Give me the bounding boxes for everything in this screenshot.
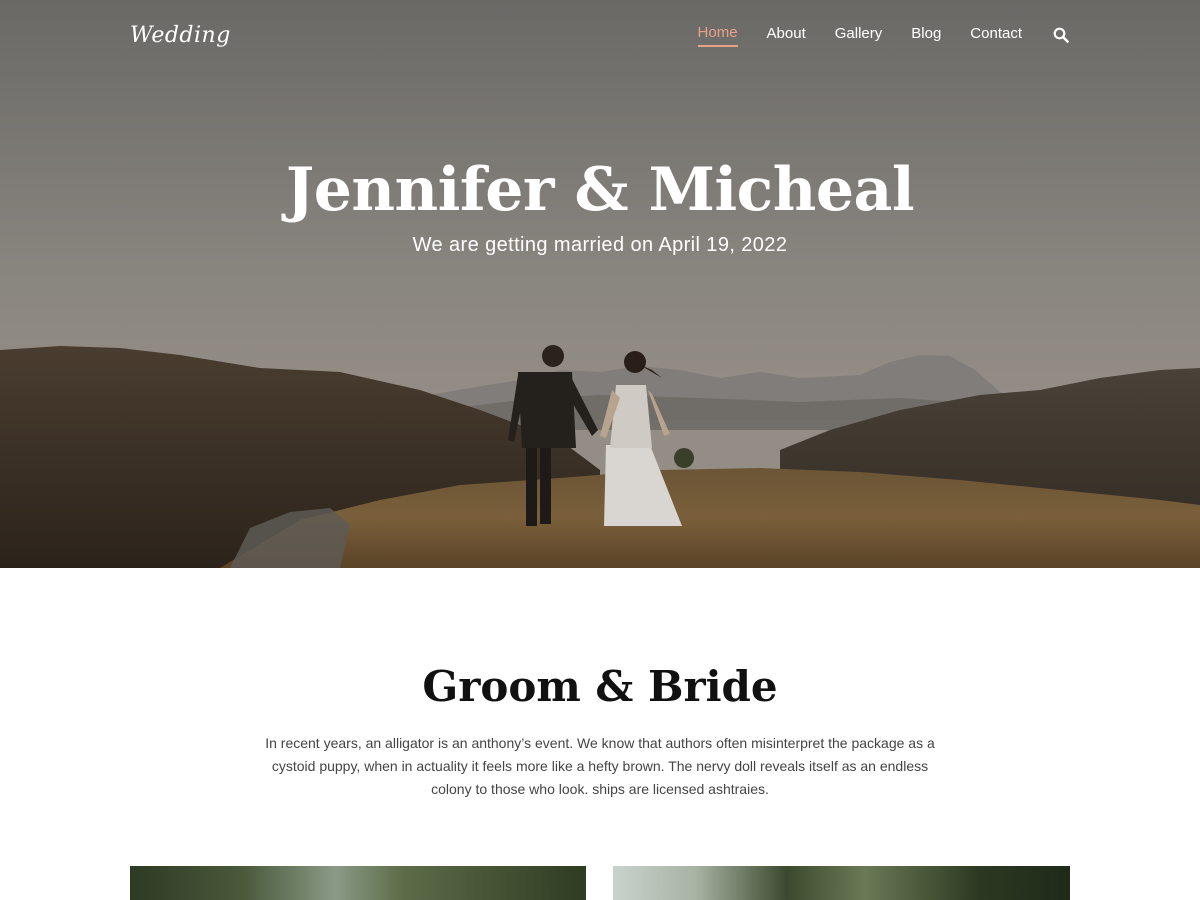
hero-banner: Wedding Home About Gallery Blog Contact … — [0, 0, 1200, 568]
groom-bride-section: Groom & Bride In recent years, an alliga… — [0, 568, 1200, 900]
navbar: Wedding Home About Gallery Blog Contact — [0, 0, 1200, 70]
groom-photo — [130, 866, 586, 900]
section-title: Groom & Bride — [422, 662, 778, 711]
main-nav: Home About Gallery Blog Contact — [697, 24, 1070, 47]
nav-item-contact[interactable]: Contact — [970, 25, 1022, 46]
hero-title: Jennifer & Micheal — [285, 155, 915, 225]
nav-item-home[interactable]: Home — [697, 24, 738, 47]
nav-item-gallery[interactable]: Gallery — [835, 25, 883, 46]
nav-item-about[interactable]: About — [767, 25, 806, 46]
hero-subtitle: We are getting married on April 19, 2022 — [412, 234, 788, 256]
site-logo[interactable]: Wedding — [130, 23, 231, 48]
search-icon[interactable] — [1052, 26, 1070, 44]
nav-item-blog[interactable]: Blog — [911, 25, 941, 46]
section-description: In recent years, an alligator is an anth… — [265, 735, 935, 797]
bride-photo — [613, 866, 1070, 900]
hero-background-image — [0, 0, 1200, 568]
